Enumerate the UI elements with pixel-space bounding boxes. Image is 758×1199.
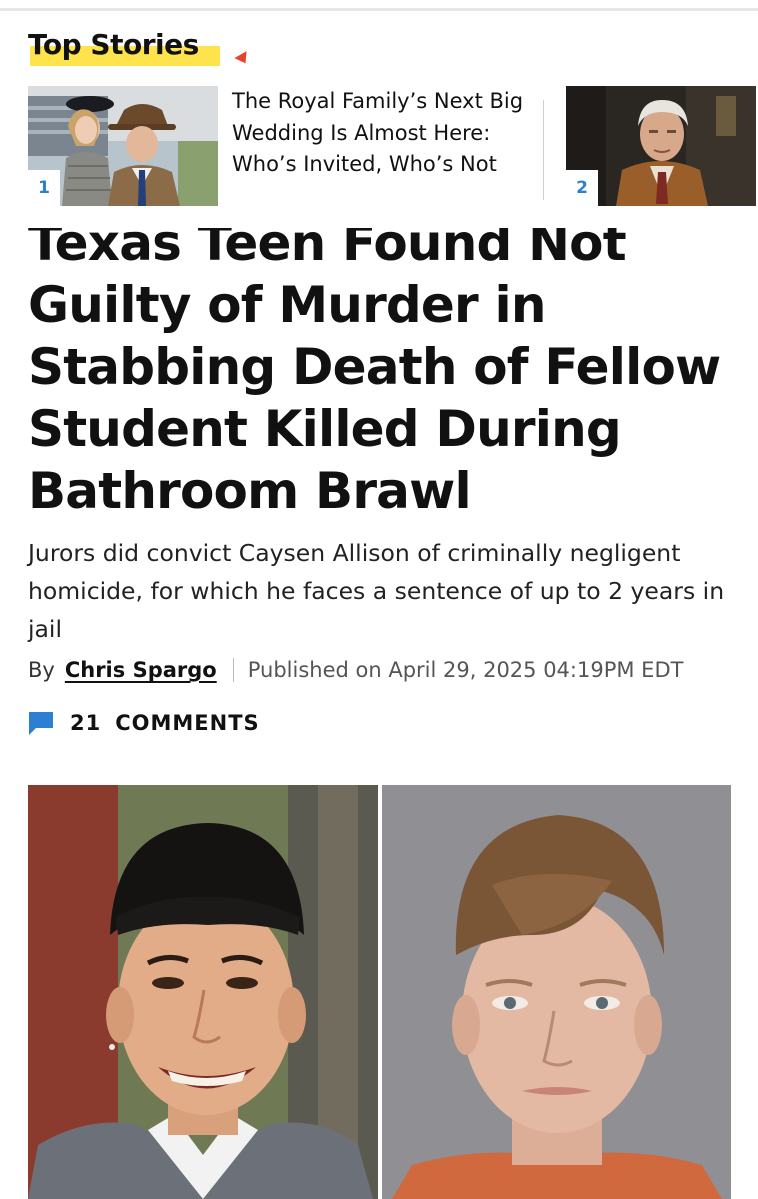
comment-bubble-icon xyxy=(28,710,54,736)
article-headline: Texas Teen Found Not Guilty of Murder in… xyxy=(28,214,721,520)
top-divider xyxy=(0,8,758,11)
top-stories-bar: Top Stories 1 The Royal Family’s Next Bi… xyxy=(0,14,758,228)
story-headline-link[interactable]: The Royal Family’s Next Big Wedding Is A… xyxy=(232,86,532,181)
comments-label: COMMENTS xyxy=(115,711,260,735)
top-stories-title: Top Stories xyxy=(28,28,199,61)
defendant-mugshot xyxy=(382,785,731,1199)
comments-count: 21 xyxy=(70,711,102,735)
story-thumbnail[interactable]: 2 xyxy=(566,86,756,206)
byline-separator xyxy=(232,658,234,682)
byline: By Chris Spargo Published on April 29, 2… xyxy=(28,658,748,682)
story-rank-badge: 1 xyxy=(28,170,60,206)
victim-photo xyxy=(28,785,378,1199)
top-stories-heading: Top Stories xyxy=(28,28,252,72)
arrow-icon xyxy=(234,51,252,67)
top-story-1[interactable]: 1 The Royal Family’s Next Big Wedding Is… xyxy=(28,86,538,206)
story-thumbnail[interactable]: 1 xyxy=(28,86,218,206)
article-photos xyxy=(28,785,731,1199)
top-story-2[interactable]: 2 xyxy=(566,86,758,206)
story-rank-badge: 2 xyxy=(566,170,598,206)
author-link[interactable]: Chris Spargo xyxy=(65,658,217,682)
comments-link[interactable]: 21 COMMENTS xyxy=(28,710,260,736)
byline-prefix: By xyxy=(28,658,55,682)
article-dek: Jurors did convict Caysen Allison of cri… xyxy=(28,539,725,643)
stories-divider xyxy=(543,100,544,200)
published-date: Published on April 29, 2025 04:19PM EDT xyxy=(247,658,684,682)
